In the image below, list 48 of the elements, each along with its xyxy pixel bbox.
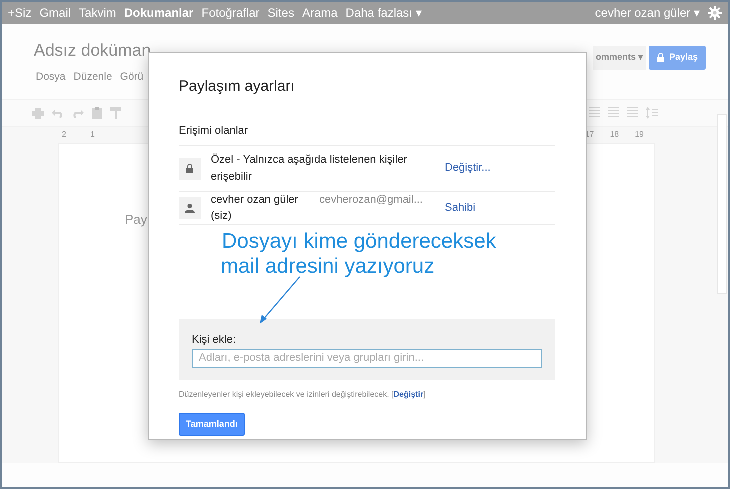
align-icon [608,107,619,118]
annotation-text: mail adresini yazıyoruz [221,254,436,279]
nav-link-item[interactable]: Sites [268,4,294,22]
redo-icon [72,108,84,118]
line-spacing-icon [646,107,658,120]
paint-roller-icon [110,107,121,120]
nav-link-item[interactable]: Takvim [79,4,116,22]
share-button[interactable]: Paylaş [649,46,706,70]
document-title[interactable]: Adsız doküman [2,24,152,64]
ruler-number: 18 [610,129,620,142]
clipboard-icon [92,107,102,120]
nav-link-item[interactable]: Dokumanlar [124,4,194,22]
access-text: cevher ozan güler (siz) [211,192,300,224]
menu-item[interactable]: Düzenle [74,70,112,86]
nav-link-item[interactable]: Fotoğraflar [202,4,260,22]
undo-icon [52,108,64,118]
menu-item[interactable]: Dosya [36,70,66,86]
settings-icon[interactable] [708,6,722,20]
lock-icon [657,53,666,62]
align-icon [627,107,638,118]
align-icon [589,107,600,118]
access-link[interactable]: Sahibi [445,200,476,216]
nav-link-item[interactable]: Arama [302,4,338,22]
lock-icon [186,164,194,173]
access-link[interactable]: Değiştir... [445,160,491,177]
user-name[interactable]: cevher ozan güler ▾ [595,4,700,22]
nav-link-item[interactable]: Gmail [40,4,72,22]
annotation-arrow [257,275,303,325]
annotation-text: Dosyayı kime göndereceksek [222,229,496,254]
ruler-number: 19 [635,129,644,142]
scrollbar[interactable] [717,114,727,294]
section-heading: Erişimi olanlar [179,122,555,146]
ruler-number: 1 [90,129,95,142]
ruler-number: 2 [62,129,66,142]
add-people-field[interactable]: Adları, e-posta adreslerini veya grupları girin... [192,348,542,368]
nav-link-item[interactable]: +Siz [8,4,32,22]
change-link[interactable]: Değiştir [394,390,424,398]
comments-button[interactable]: omments ▾ [592,46,646,70]
email-text: cevherozan@gmail... [320,192,423,208]
person-icon [185,204,195,212]
document-text: Pay [125,212,148,228]
done-button[interactable]: Tamamlandı [179,412,245,436]
add-people-label: Kişi ekle: [192,333,238,348]
dialog-title: Paylaşım ayarları [179,77,296,97]
access-text: Özel - Yalnızca aşağıda listelenen kişiler erişebilir [211,152,408,184]
nav-link-item[interactable]: Daha fazlası ▾ [346,4,422,22]
permission-note: Düzenleyenler kişi ekleyebilecek ve izinleri değiştirebilecek. [Değiştir] [179,388,427,400]
menu-item[interactable]: Görü [120,70,144,86]
